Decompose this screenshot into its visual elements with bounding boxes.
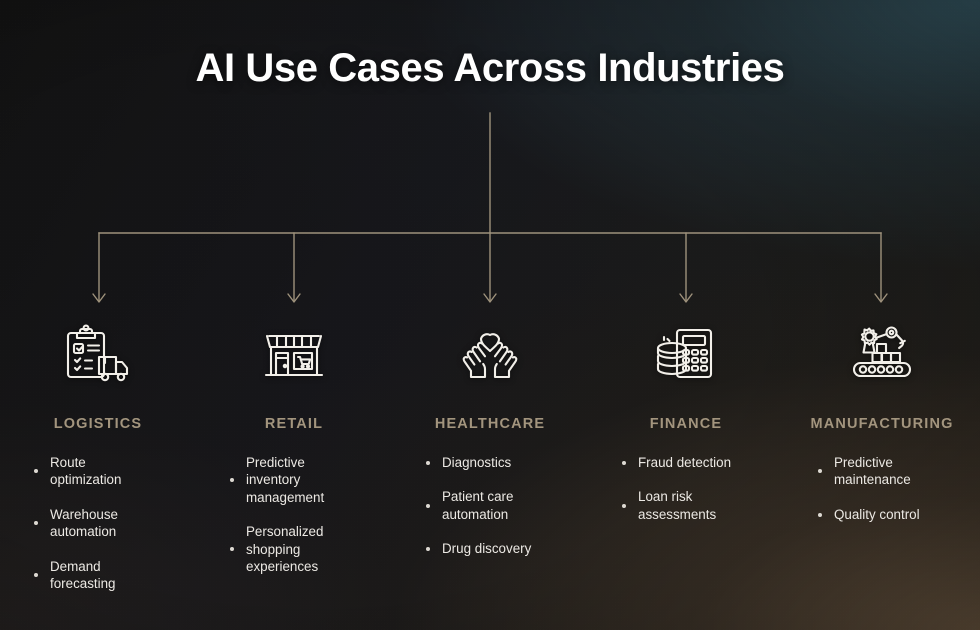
bullet-dot	[426, 546, 430, 551]
list-item: Demand forecasting	[34, 558, 130, 593]
clipboard-truck-icon	[61, 318, 135, 390]
list-item: Fraud detection	[622, 454, 742, 471]
list-item: Loan risk assessments	[622, 488, 742, 523]
list-item-label: Diagnostics	[442, 455, 512, 470]
list-item: Route optimization	[34, 454, 130, 489]
calculator-coins-icon	[653, 318, 719, 390]
bullet-list: Predictive maintenance Quality control	[784, 454, 980, 540]
list-item-label: Route optimization	[50, 455, 122, 488]
bullet-dot	[818, 469, 822, 474]
bullet-dot	[230, 547, 234, 552]
list-item-label: Quality control	[834, 506, 920, 522]
industry-column-logistics[interactable]: LOGISTICS Route optimization Warehouse a…	[0, 318, 196, 610]
list-item-label: Demand forecasting	[50, 558, 116, 592]
list-item: Patient care automation	[426, 488, 538, 523]
industry-column-finance[interactable]: FINANCE Fraud detection Loan risk assess…	[588, 318, 784, 540]
list-item-label: Drug discovery	[442, 541, 532, 557]
bullet-dot	[622, 460, 626, 465]
list-item: Warehouse automation	[34, 506, 130, 541]
list-item-label: Patient care automation	[442, 489, 514, 522]
column-heading: HEALTHCARE	[434, 416, 546, 432]
column-heading: LOGISTICS	[53, 416, 143, 432]
list-item-label: Predictive inventory management	[246, 455, 325, 505]
industry-column-healthcare[interactable]: HEALTHCARE Diagnostics Patient care auto…	[392, 318, 588, 575]
bullet-dot	[34, 521, 38, 526]
list-item: Personalized shopping experiences	[230, 523, 330, 575]
list-item: Diagnostics	[426, 454, 538, 471]
bullet-dot	[426, 503, 430, 508]
column-heading: FINANCE	[649, 416, 723, 432]
list-item: Quality control	[818, 506, 922, 523]
storefront-icon	[263, 318, 325, 390]
industry-column-manufacturing[interactable]: MANUFACTURING Predictive maintenance Qua…	[784, 318, 980, 540]
list-item-label: Loan risk assessments	[638, 489, 717, 522]
hands-heart-icon	[456, 318, 524, 390]
list-item-label: Warehouse automation	[50, 506, 118, 540]
infographic-canvas: AI Use Cases Across Industries LOGISTICS…	[0, 0, 980, 630]
list-item-label: Predictive maintenance	[834, 455, 911, 488]
bullet-dot	[34, 573, 38, 578]
list-item: Predictive inventory management	[230, 454, 330, 506]
bullet-dot	[426, 460, 430, 465]
industry-column-retail[interactable]: RETAIL Predictive inventory management P…	[196, 318, 392, 593]
industry-columns: LOGISTICS Route optimization Warehouse a…	[0, 318, 980, 618]
bullet-list: Fraud detection Loan risk assessments	[588, 454, 784, 540]
page-title: AI Use Cases Across Industries	[195, 46, 785, 90]
bullet-dot	[34, 469, 38, 474]
bullet-list: Predictive inventory management Personal…	[196, 454, 392, 593]
list-item-label: Fraud detection	[638, 455, 732, 470]
list-item-label: Personalized shopping experiences	[246, 524, 324, 575]
bullet-list: Diagnostics Patient care automation Drug…	[392, 454, 588, 575]
list-item: Predictive maintenance	[818, 454, 922, 489]
conveyor-robot-arm-icon	[844, 318, 920, 390]
column-heading: RETAIL	[264, 416, 324, 432]
bullet-dot	[230, 478, 234, 483]
column-heading: MANUFACTURING	[810, 416, 954, 432]
list-item: Drug discovery	[426, 540, 538, 557]
bullet-dot	[622, 503, 626, 508]
bullet-dot	[818, 512, 822, 517]
bullet-list: Route optimization Warehouse automation …	[0, 454, 196, 610]
